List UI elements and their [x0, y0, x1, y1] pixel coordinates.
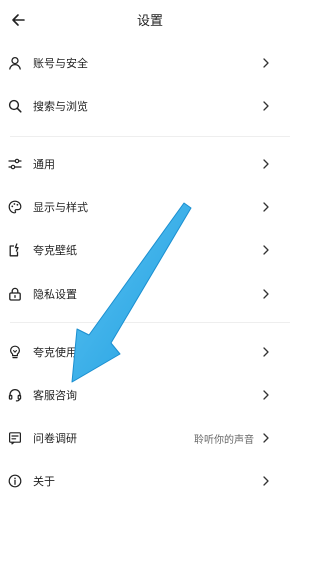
lightbulb-icon: [9, 345, 21, 359]
info-icon: [8, 474, 22, 488]
chevron-right-icon: [263, 433, 269, 443]
menu-item-privacy[interactable]: 隐私设置: [0, 279, 300, 309]
chevron-right-icon: [263, 347, 269, 357]
menu-item-label: 通用: [33, 158, 55, 171]
menu-item-label: 客服咨询: [33, 389, 77, 402]
menu-item-general[interactable]: 通用: [0, 149, 300, 179]
menu-item-usage[interactable]: 夸克使用: [0, 337, 300, 367]
menu-item-label: 夸克使用: [33, 346, 77, 359]
menu-item-wallpaper[interactable]: 夸克壁纸: [0, 235, 300, 265]
menu-item-about[interactable]: 关于: [0, 466, 300, 496]
chevron-right-icon: [263, 101, 269, 111]
person-icon: [9, 56, 21, 70]
headset-icon: [8, 388, 22, 402]
menu-item-survey[interactable]: 问卷调研 聆听你的声音: [0, 423, 300, 453]
menu-item-label: 搜索与浏览: [33, 100, 88, 113]
search-icon: [8, 99, 22, 113]
chevron-right-icon: [263, 202, 269, 212]
menu-item-display[interactable]: 显示与样式: [0, 192, 300, 222]
menu-item-account[interactable]: 账号与安全: [0, 48, 300, 78]
chevron-right-icon: [263, 390, 269, 400]
chevron-right-icon: [263, 159, 269, 169]
chevron-right-icon: [263, 245, 269, 255]
menu-item-label: 问卷调研: [33, 432, 77, 445]
divider: [10, 136, 290, 137]
lock-icon: [9, 287, 21, 301]
menu-item-label: 账号与安全: [33, 57, 88, 70]
wallpaper-icon: [9, 243, 19, 257]
divider: [10, 322, 290, 323]
chevron-right-icon: [263, 476, 269, 486]
chevron-right-icon: [263, 58, 269, 68]
chevron-right-icon: [263, 289, 269, 299]
menu-item-label: 隐私设置: [33, 288, 77, 301]
menu-item-support[interactable]: 客服咨询: [0, 380, 300, 410]
menu-item-search-browse[interactable]: 搜索与浏览: [0, 91, 300, 121]
menu-item-subtitle: 聆听你的声音: [194, 435, 254, 446]
palette-icon: [8, 200, 22, 214]
menu-item-label: 关于: [33, 475, 55, 488]
top-bar: 设置: [0, 0, 300, 40]
page-title: 设置: [136, 14, 163, 29]
survey-icon: [9, 432, 22, 445]
menu-item-label: 显示与样式: [33, 201, 88, 214]
menu-item-label: 夸克壁纸: [33, 244, 77, 257]
sliders-icon: [8, 158, 22, 170]
